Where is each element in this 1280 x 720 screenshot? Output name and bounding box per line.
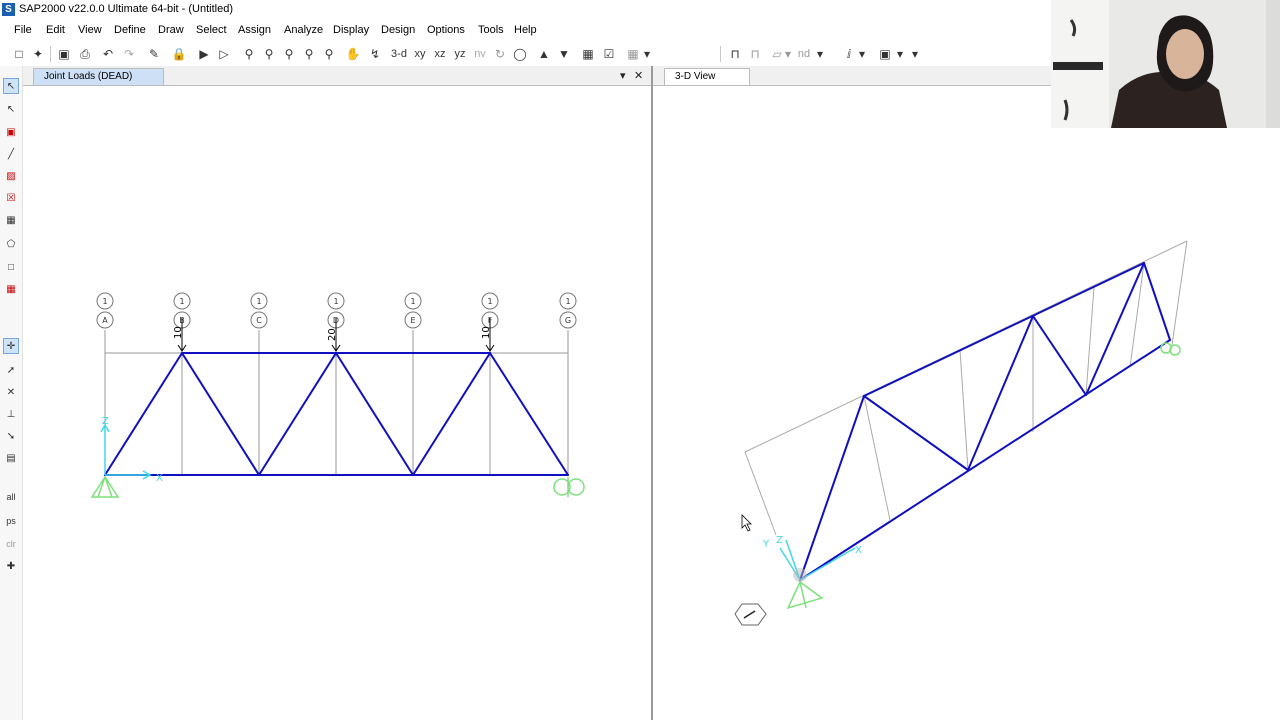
view-orientation-icon[interactable] bbox=[734, 603, 767, 626]
origin-highlight bbox=[793, 568, 807, 582]
webcam-wall-edge bbox=[1266, 0, 1280, 128]
x-axis-3d-label: X bbox=[855, 545, 862, 556]
diagonal-member-3d[interactable] bbox=[1143, 262, 1171, 341]
diagonal-member-3d[interactable] bbox=[1032, 315, 1087, 396]
diagonal-member-3d[interactable] bbox=[863, 395, 969, 471]
webcam-overlay bbox=[1051, 0, 1280, 128]
x-axis-3d-arrow bbox=[799, 547, 856, 581]
grid-line-3d bbox=[959, 349, 969, 471]
diagonal-member-3d[interactable] bbox=[967, 315, 1034, 471]
y-axis-3d-label: Y bbox=[762, 539, 770, 550]
bottom-chord-member-3d[interactable] bbox=[799, 339, 1171, 581]
roller-support-3d-icon bbox=[1169, 344, 1181, 356]
grid-line-3d bbox=[863, 395, 891, 521]
webcam-door-stripe bbox=[1053, 62, 1103, 70]
webcam-presenter-image bbox=[1051, 0, 1280, 128]
top-chord-member-3d[interactable] bbox=[863, 262, 1145, 397]
webcam-presenter-face bbox=[1166, 29, 1204, 79]
z-axis-3d-label: Z bbox=[776, 535, 783, 546]
mouse-cursor-icon bbox=[741, 514, 752, 532]
grid-line-3d-right bbox=[1171, 240, 1188, 346]
